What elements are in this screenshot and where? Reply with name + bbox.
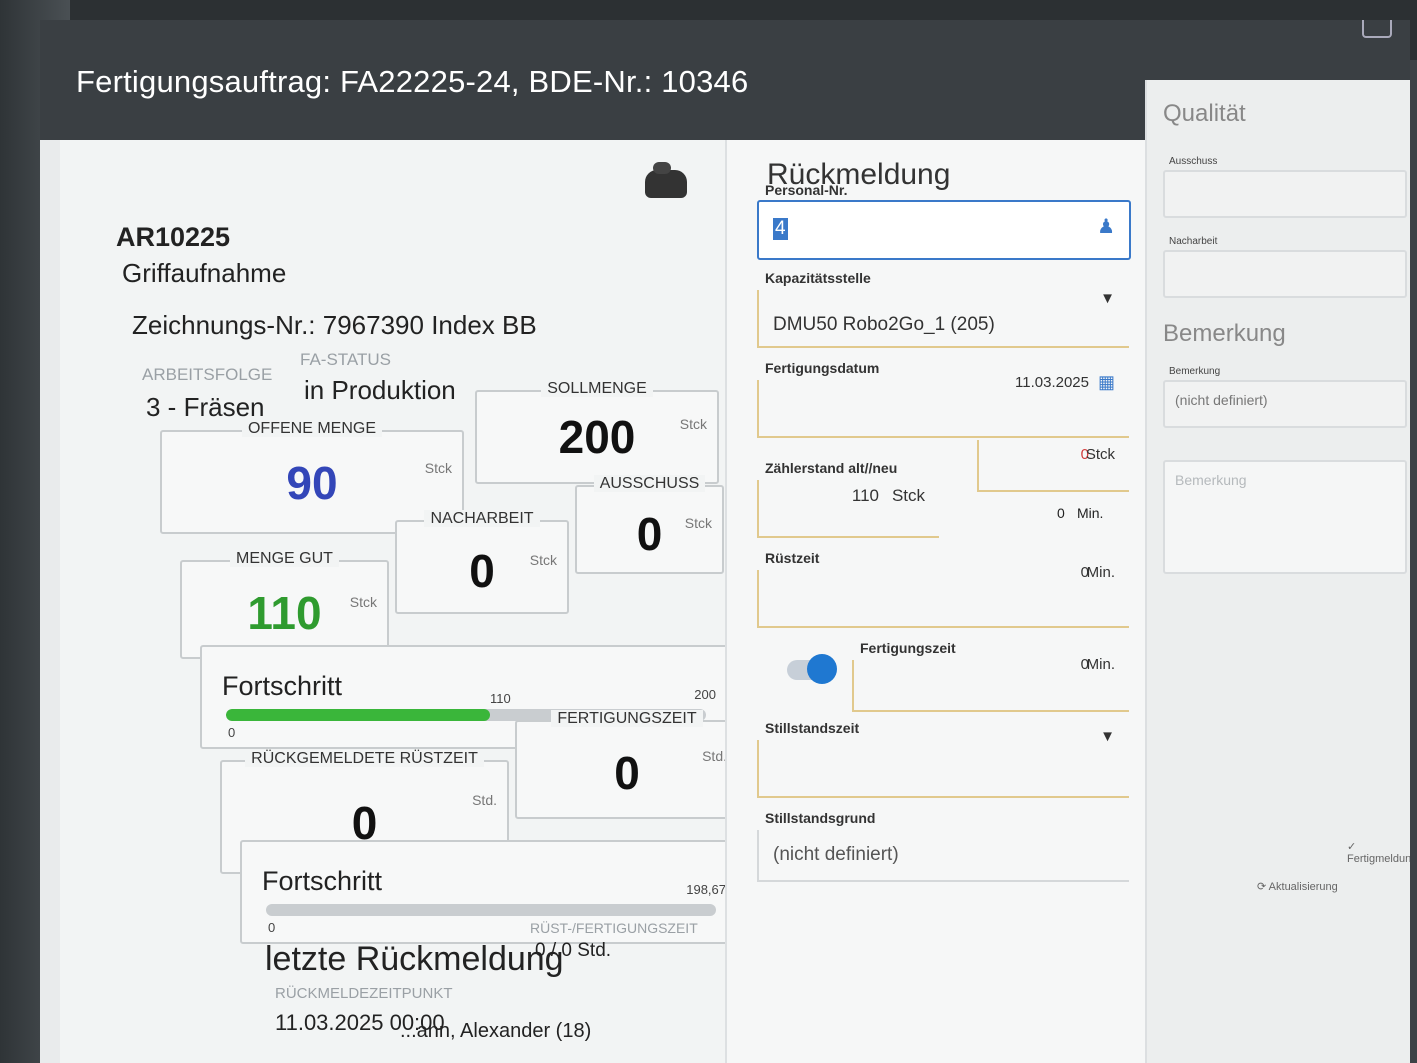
person-icon[interactable]: ♟	[1097, 214, 1115, 239]
fertigungszeit-input-label: Fertigungszeit	[860, 640, 956, 656]
calendar-icon[interactable]: ▦	[1098, 372, 1115, 393]
ausschuss-input-unit: Stck	[1085, 446, 1115, 463]
last-report-setup-label: RÜST-/FERTIGUNGSZEIT	[530, 920, 698, 936]
refresh-label: Aktualisierung	[1268, 881, 1338, 893]
last-report-title: letzte Rückmeldung	[265, 940, 564, 978]
rueckmeldung-panel: Rückmeldung Personal-Nr. 4 ♟ Kapazitätss…	[725, 140, 1147, 1063]
bemerkung-heading: Bemerkung	[1163, 320, 1286, 347]
zaehlerstand-label: Zählerstand alt//neu	[765, 460, 898, 476]
personal-nr-input[interactable]: 4	[773, 218, 788, 240]
kapazitaetsstelle-label: Kapazitätsstelle	[765, 270, 871, 286]
ausschuss-unit: Stck	[684, 515, 712, 531]
fertigungsdatum-label: Fertigungsdatum	[765, 360, 880, 376]
bemerkung-textarea[interactable]: Bemerkung	[1163, 460, 1407, 574]
refresh-icon: ⟳	[1257, 881, 1267, 893]
ruest-top-unit: Min.	[1077, 505, 1104, 521]
time-progress-title: Fortschritt	[262, 866, 383, 896]
stillstandszeit-select[interactable]: Stillstandszeit ▼	[757, 720, 1129, 798]
quality-panel: Qualität Ausschuss Nacharbeit Bemerkung …	[1145, 80, 1410, 1063]
personal-nr-label: Personal-Nr.	[765, 182, 848, 198]
fertigungszeit-input-unit: Min.	[1086, 656, 1115, 673]
nacharbeit-box: NACHARBEIT 0 Stck	[395, 510, 569, 614]
fa-status-value: in Produktion	[304, 375, 456, 405]
confirm-label: Fertigmeldung	[1347, 853, 1410, 865]
bemerkung-select-value: (nicht definiert)	[1175, 392, 1268, 408]
article-number: AR10225	[116, 222, 231, 252]
quantity-progress-min: 0	[228, 725, 236, 740]
confirm-button[interactable]: ✓ Fertigmeldung	[1347, 840, 1410, 865]
fertigungszeit-box: FERTIGUNGSZEIT 0 Std.	[515, 710, 739, 819]
stillstandsgrund-value: (nicht definiert)	[773, 844, 899, 865]
quantity-progress-current: 110	[490, 691, 511, 706]
quantity-progress-max: 200	[694, 687, 716, 702]
ausschuss-label: AUSSCHUSS	[593, 475, 706, 492]
offene-menge-value: 90	[286, 457, 338, 509]
quality-nacharbeit-label: Nacharbeit	[1169, 236, 1218, 247]
offene-menge-label: OFFENE MENGE	[241, 420, 382, 437]
fertigungsdatum-field[interactable]: Fertigungsdatum 11.03.2025 ▦	[757, 360, 1129, 438]
last-report-setup-value: 0 / 0 Std.	[535, 940, 612, 961]
quantity-progress-fill	[226, 709, 490, 721]
dropdown-arrow-icon[interactable]: ▼	[1100, 290, 1115, 307]
bemerkung-select-label: Bemerkung	[1169, 366, 1221, 377]
arbeitsfolge-value: 3 - Fräsen	[146, 392, 265, 422]
zaehlerstand-field[interactable]: Zählerstand alt//neu 110 Stck	[757, 460, 939, 538]
kapazitaetsstelle-value: DMU50 Robo2Go_1 (205)	[773, 314, 995, 335]
stillstandsgrund-field[interactable]: Stillstandsgrund (nicht definiert)	[757, 810, 1129, 882]
zaehlerstand-unit: Stck	[891, 486, 925, 505]
fertigungszeit-label: FERTIGUNGSZEIT	[551, 710, 703, 727]
ruestzeit-input-unit: Min.	[1086, 564, 1115, 581]
ausschuss-box: AUSSCHUSS 0 Stck	[575, 475, 724, 574]
time-progress-max: 198,67	[686, 882, 726, 897]
sollmenge-box: SOLLMENGE 200 Stck	[475, 380, 719, 484]
last-report-person: ...ann, Alexander (18)	[400, 1020, 592, 1042]
ruest-top-value: 0	[1057, 505, 1065, 521]
nacharbeit-unit: Stck	[529, 552, 557, 568]
stillstandszeit-label: Stillstandszeit	[765, 720, 860, 736]
stillstand-dropdown-icon[interactable]: ▼	[1100, 728, 1115, 745]
check-icon: ✓	[1347, 841, 1357, 853]
personal-nr-field[interactable]: Personal-Nr. 4 ♟	[757, 182, 1131, 260]
fa-status-label: FA-STATUS	[300, 350, 391, 369]
mode-toggle[interactable]	[787, 654, 837, 684]
arbeitsfolge-label: ARBEITSFOLGE	[142, 365, 273, 384]
quality-nacharbeit-field[interactable]: Nacharbeit	[1163, 236, 1407, 298]
page-title: Fertigungsauftrag: FA22225-24, BDE-Nr.: …	[76, 64, 749, 99]
last-report-time-label: RÜCKMELDEZEITPUNKT	[275, 985, 453, 1002]
bemerkung-select[interactable]: Bemerkung (nicht definiert)	[1163, 366, 1407, 428]
ruestzeit-input-label: Rüstzeit	[765, 550, 820, 566]
quantity-progress-title: Fortschritt	[222, 671, 343, 701]
refresh-button[interactable]: ⟳ Aktualisierung	[1257, 880, 1338, 893]
quality-ausschuss-label: Ausschuss	[1169, 156, 1218, 167]
time-progress-track	[266, 904, 716, 916]
bemerkung-placeholder: Bemerkung	[1175, 472, 1247, 488]
stillstandsgrund-label: Stillstandsgrund	[765, 810, 876, 826]
window-icon[interactable]	[1362, 20, 1392, 38]
article-name: Griffaufnahme	[122, 258, 287, 288]
sollmenge-unit: Stck	[679, 416, 707, 432]
menge-gut-unit: Stck	[349, 594, 377, 610]
drawing-number: Zeichnungs-Nr.: 7967390 Index BB	[132, 310, 537, 340]
zaehlerstand-value: 110	[851, 486, 879, 505]
order-details-panel: AR10225 Griffaufnahme Zeichnungs-Nr.: 79…	[60, 140, 773, 1063]
fertigungszeit-unit: Std.	[702, 748, 727, 764]
kapazitaetsstelle-select[interactable]: Kapazitätsstelle DMU50 Robo2Go_1 (205) ▼	[757, 270, 1129, 348]
nacharbeit-label: NACHARBEIT	[424, 510, 540, 527]
ruestzeit-label: RÜCKGEMELDETE RÜSTZEIT	[245, 750, 484, 767]
menge-gut-label: MENGE GUT	[230, 550, 339, 567]
time-progress-min: 0	[268, 920, 276, 935]
app-screen: Fertigungsauftrag: FA22225-24, BDE-Nr.: …	[40, 20, 1410, 1063]
offene-menge-unit: Stck	[424, 460, 452, 476]
ruestzeit-unit: Std.	[472, 792, 497, 808]
fertigungszeit-input[interactable]: Fertigungszeit 0 Min.	[852, 640, 1129, 712]
ruestzeit-input[interactable]: Rüstzeit 0 Min.	[757, 550, 1129, 628]
sollmenge-label: SOLLMENGE	[541, 380, 653, 397]
quality-heading: Qualität	[1163, 100, 1246, 127]
robot-icon	[645, 162, 687, 198]
quality-ausschuss-field[interactable]: Ausschuss	[1163, 156, 1407, 218]
ausschuss-input[interactable]: 0 Stck	[977, 440, 1129, 492]
fertigungsdatum-value: 11.03.2025	[1015, 374, 1089, 391]
toggle-knob	[807, 654, 837, 684]
